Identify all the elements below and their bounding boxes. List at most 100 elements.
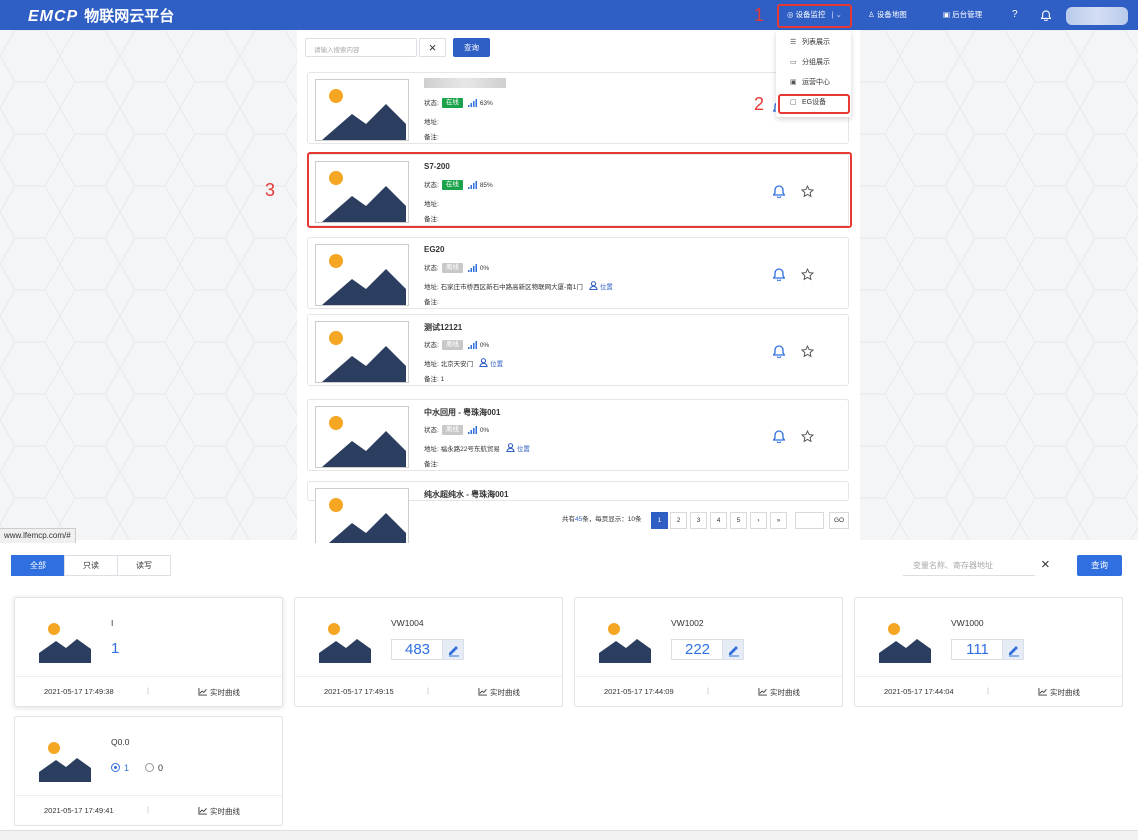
menu-item-operations-center[interactable]: ▣ 运营中心 <box>776 73 851 93</box>
alarm-bell-icon[interactable] <box>772 268 786 282</box>
variable-card[interactable]: VW1000 111 2021-05-17 17:44:04 | 实时曲线 <box>854 597 1123 707</box>
nav-device-map[interactable]: ♙ 设备地图 <box>868 0 907 30</box>
variable-name: VW1002 <box>671 618 704 628</box>
device-status-row: 状态: 离线 0% <box>424 339 489 351</box>
annotation-number-1: 1 <box>754 5 765 25</box>
variable-thumbnail <box>39 613 91 665</box>
menu-item-label: 运营中心 <box>802 79 830 86</box>
variable-name: VW1004 <box>391 618 424 628</box>
variable-card[interactable]: I 1 2021-05-17 17:49:38 | 实时曲线 <box>14 597 283 707</box>
page-2-button[interactable]: 2 <box>670 512 687 529</box>
update-time: 2021-05-17 17:49:41 <box>44 806 114 815</box>
filter-tab-readonly[interactable]: 只读 <box>64 555 118 576</box>
signal-icon <box>467 341 477 350</box>
device-remark-row: 备注: <box>424 296 439 306</box>
device-thumbnail <box>315 79 409 141</box>
radio-option-off[interactable]: 0 <box>145 763 163 773</box>
search-query-button[interactable]: 查询 <box>453 38 490 57</box>
device-remark-row: 备注: 1 <box>424 373 444 383</box>
edit-pencil-icon[interactable] <box>442 640 463 659</box>
page-3-button[interactable]: 3 <box>690 512 707 529</box>
signal-icon <box>467 264 477 273</box>
variable-name: VW1000 <box>951 618 984 628</box>
page-4-button[interactable]: 4 <box>710 512 727 529</box>
nav-admin-label: 后台管理 <box>952 10 983 19</box>
filter-tab-all[interactable]: 全部 <box>11 555 65 576</box>
realtime-curve-link[interactable]: 实时曲线 <box>198 687 240 698</box>
device-card[interactable]: EG20 状态: 离线 0% 地址: 石家庄市桥西区新石中路高新区物联网大厦-南1门 位置… <box>307 237 849 309</box>
status-badge: 离线 <box>441 425 463 436</box>
status-label: 状态: <box>424 265 439 272</box>
device-card[interactable]: 状态: 在线 63% 地址: 备注: <box>307 72 849 144</box>
device-card[interactable]: 中水回用 - 粤珠海001 状态: 离线 0% 地址: 福永路22号东航贸易 位置 备注: <box>307 399 849 471</box>
chart-line-icon <box>758 688 770 697</box>
menu-item-label: 分组展示 <box>802 59 830 66</box>
variable-search-query-button[interactable]: 查询 <box>1077 555 1122 576</box>
radio-option-on[interactable]: 1 <box>111 763 129 773</box>
device-card[interactable]: 测试12121 状态: 离线 0% 地址: 北京天安门 位置 备注: 1 <box>307 314 849 386</box>
realtime-curve-link[interactable]: 实时曲线 <box>758 687 800 698</box>
dashboard-icon: ▣ <box>790 79 797 86</box>
device-remark: 1 <box>440 376 445 383</box>
favorite-star-icon[interactable] <box>800 429 815 443</box>
variable-card-footer: 2021-05-17 17:49:38 | 实时曲线 <box>15 676 282 706</box>
variable-card-footer: 2021-05-17 17:44:09 | 实时曲线 <box>575 676 842 706</box>
realtime-curve-link[interactable]: 实时曲线 <box>198 806 240 817</box>
location-link[interactable]: 位置 <box>479 358 503 368</box>
group-icon: ▭ <box>790 59 797 66</box>
variable-card-footer: 2021-05-17 17:49:15 | 实时曲线 <box>295 676 562 706</box>
annotation-number-2: 2 <box>754 94 765 114</box>
location-link[interactable]: 位置 <box>506 443 530 453</box>
menu-item-group-view[interactable]: ▭ 分组展示 <box>776 53 851 73</box>
device-status-row: 状态: 离线 0% <box>424 424 489 436</box>
nav-device-map-label: 设备地图 <box>876 10 907 19</box>
alarm-bell-icon[interactable] <box>772 430 786 444</box>
realtime-curve-link[interactable]: 实时曲线 <box>1038 687 1080 698</box>
help-icon[interactable]: ? <box>1012 0 1018 30</box>
variable-value-box: 222 <box>671 639 744 660</box>
page-5-button[interactable]: 5 <box>730 512 747 529</box>
variable-value: 483 <box>404 641 431 658</box>
alarm-bell-icon[interactable] <box>772 345 786 359</box>
edit-pencil-icon[interactable] <box>1002 640 1023 659</box>
realtime-curve-label: 实时曲线 <box>490 688 520 697</box>
remark-label: 备注: <box>424 134 439 141</box>
next-page-button[interactable]: › <box>750 512 767 529</box>
notification-bell-icon[interactable] <box>1040 0 1052 30</box>
last-page-button[interactable]: » <box>770 512 787 529</box>
search-clear-button[interactable]: × <box>419 38 446 57</box>
variable-value: 222 <box>684 641 711 658</box>
location-link[interactable]: 位置 <box>589 281 613 291</box>
favorite-star-icon[interactable] <box>800 344 815 358</box>
device-address-row: 地址: 福永路22号东航贸易 位置 <box>424 443 530 453</box>
realtime-curve-label: 实时曲线 <box>210 807 240 816</box>
nav-admin[interactable]: ▣ 后台管理 <box>943 0 982 30</box>
device-search-input[interactable]: 请输入搜索内容 <box>305 38 417 57</box>
device-card[interactable]: 纯水超纯水 - 粤珠海001 <box>307 481 849 550</box>
total-suffix: 条，每页显示： <box>582 516 628 523</box>
variable-search-clear-button[interactable]: × <box>1041 555 1050 575</box>
logo-subtitle: 物联网云平台 <box>84 8 175 25</box>
variable-search-input[interactable]: 变量名称、寄存器地址 <box>903 555 1035 576</box>
user-avatar[interactable] <box>1066 7 1128 25</box>
variable-card[interactable]: VW1004 483 2021-05-17 17:49:15 | 实时曲线 <box>294 597 563 707</box>
chart-line-icon <box>198 688 210 697</box>
signal-strength: 63% <box>479 100 493 107</box>
browser-status-bar: www.lfemcp.com/# <box>0 528 76 543</box>
page-1-button[interactable]: 1 <box>651 512 668 529</box>
image-placeholder-icon <box>599 613 651 665</box>
variable-card[interactable]: Q0.0 1 0 2021-05-17 17:49:41 | 实时曲线 <box>14 716 283 826</box>
filter-tab-readwrite[interactable]: 读写 <box>117 555 171 576</box>
favorite-star-icon[interactable] <box>800 267 815 281</box>
edit-pencil-icon[interactable] <box>722 640 743 659</box>
page-jump-input[interactable] <box>795 512 824 529</box>
radio-on-label: 1 <box>124 763 130 773</box>
variable-value-box: 483 <box>391 639 464 660</box>
page-go-button[interactable]: GO <box>829 512 849 529</box>
menu-item-list-view[interactable]: ☰ 列表展示 <box>776 33 851 53</box>
variable-card[interactable]: VW1002 222 2021-05-17 17:44:09 | 实时曲线 <box>574 597 843 707</box>
status-badge: 离线 <box>441 340 463 351</box>
brand-logo[interactable]: EMCP 物联网云平台 <box>28 5 174 26</box>
realtime-curve-link[interactable]: 实时曲线 <box>478 687 520 698</box>
device-thumbnail <box>315 321 409 383</box>
